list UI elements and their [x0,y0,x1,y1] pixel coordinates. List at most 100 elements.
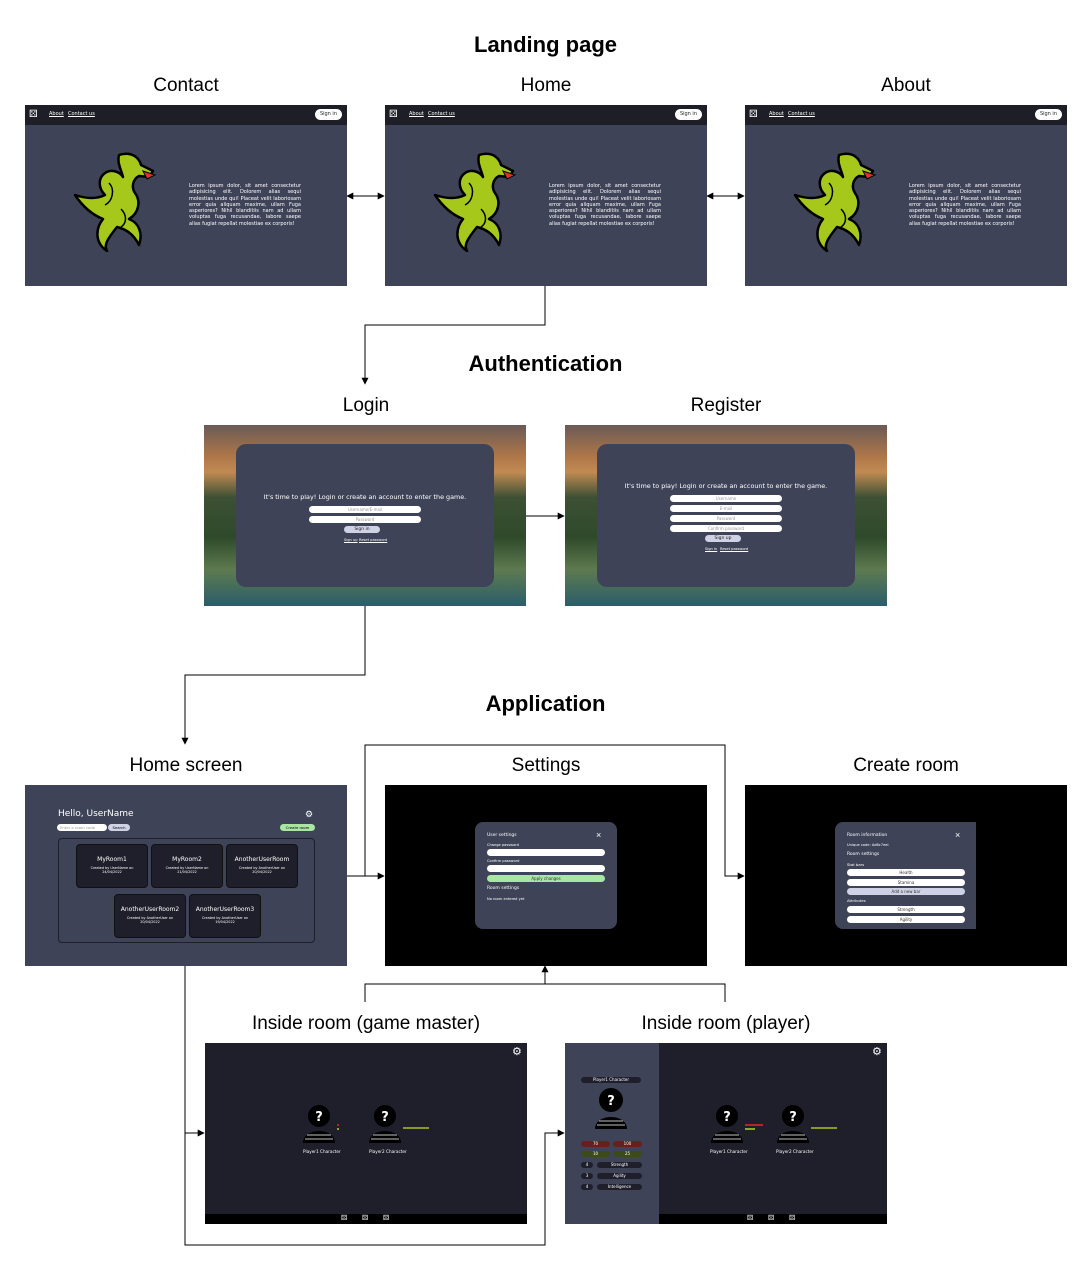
room-code-input[interactable]: Enter a room code [57,824,107,831]
navbar: ⚄ About Contact us Sign in [25,105,347,125]
dice-icon[interactable]: ⚄ [768,1215,774,1223]
reset-password-link[interactable]: Reset password [720,547,748,551]
svg-text:?: ? [789,1110,797,1125]
stamina-max[interactable]: 25 [613,1151,642,1157]
gear-icon[interactable]: ⚙ [512,1047,522,1058]
panel-title: Player1 Character [581,1077,641,1083]
attr-value[interactable]: 4 [581,1184,593,1190]
settings-modal: User settings × Change password Confirm … [475,822,617,929]
room-card[interactable]: AnotherUserRoom Created by AnotherUser o… [226,844,298,888]
room-card[interactable]: AnotherUserRoom3 Created by AnotherUser … [189,894,261,938]
sign-in-button[interactable]: Sign in [314,109,342,120]
room-card[interactable]: AnotherUserRoom2 Created by AnotherUser … [114,894,186,938]
label-home-screen: Home screen [129,755,243,776]
dice-logo-icon[interactable]: ⚄ [749,109,760,120]
attr-name: Intelligence [597,1184,642,1190]
password-field[interactable]: Password [309,516,421,523]
sign-in-button[interactable]: Sign in [344,526,380,533]
character-name: Player2 Character [369,1149,407,1154]
character-panel: Player1 Character ? 70 100 10 25 4 Stren… [565,1043,659,1224]
email-field[interactable]: E-mail [670,505,782,512]
nav-contact-link[interactable]: Contact us [428,111,455,117]
create-room-modal: Room information × Unique code: Ad6c7eel… [835,822,976,929]
user-settings-heading: User settings [487,833,517,838]
close-icon[interactable]: × [955,830,960,840]
confirm-password-label: Confirm password [487,859,520,863]
room-meta: Created by UserName on 24/04/2022 [90,866,134,875]
username-field[interactable]: Username [670,495,782,502]
unique-code: Unique code: Ad6c7eel [847,843,889,847]
stamina-bar-field[interactable]: Stamina [847,879,965,886]
add-bar-button[interactable]: Add a new bar [847,888,965,895]
agility-field[interactable]: Agility [847,916,965,923]
confirm-password-field[interactable]: Confirm password [670,525,782,532]
attributes-label: Attributes [847,898,866,903]
nav-about-link[interactable]: About [769,111,784,117]
reset-password-link[interactable]: Reset password [359,538,387,542]
confirm-password-field[interactable] [487,865,605,872]
frame-create-room: Room information × Unique code: Ad6c7eel… [745,785,1067,966]
login-card: It's time to play! Login or create an ac… [236,444,494,587]
dice-icon[interactable]: ⚄ [789,1215,795,1223]
room-settings-heading: Room settings [487,886,520,891]
room-name: MyRoom1 [97,856,127,863]
dragon-logo [433,152,517,253]
dice-icon[interactable]: ⚄ [362,1215,368,1223]
username-field[interactable]: Username/E-mail [309,506,421,513]
close-icon[interactable]: × [596,830,601,840]
search-button[interactable]: Search [108,824,130,831]
room-meta: Created by AnotherUser on 19/04/2022 [201,916,249,925]
frame-room-player: Player1 Character ? 70 100 10 25 4 Stren… [565,1043,887,1224]
arrow-homescreen-gmroom [184,966,205,1137]
room-meta: Created by AnotherUser on 20/04/2022 [126,916,174,925]
sign-up-button[interactable]: Sign up [705,535,741,542]
character-avatar[interactable]: ? [303,1103,339,1149]
health-bar-field[interactable]: Health [847,869,965,876]
dice-icon[interactable]: ⚄ [747,1215,753,1223]
dice-icon[interactable]: ⚄ [341,1215,347,1223]
change-password-label: Change password [487,843,519,847]
change-password-field[interactable] [487,849,605,856]
character-name: Player2 Character [776,1149,814,1154]
label-contact: Contact [153,75,219,96]
nav-about-link[interactable]: About [409,111,424,117]
lorem-text: Lorem ipsum dolor, sit amet consectetur … [549,183,661,227]
dice-toolbar: ⚄ ⚄ ⚄ [205,1214,527,1224]
attr-value[interactable]: 3 [581,1173,593,1179]
arrow-login-homescreen [181,606,366,745]
sign-in-button[interactable]: Sign in [674,109,702,120]
password-field[interactable]: Password [670,515,782,522]
no-room-text: No room entered yet [487,897,525,901]
dice-logo-icon[interactable]: ⚄ [389,109,400,120]
apply-changes-button[interactable]: Apply changes [487,875,605,882]
create-room-button[interactable]: Create room [280,824,315,831]
room-meta: Created by AnotherUser on 20/04/2022 [238,866,286,875]
auth-title: It's time to play! Login or create an ac… [263,493,467,501]
gear-icon[interactable]: ⚙ [872,1047,882,1058]
sign-in-button[interactable]: Sign in [1034,109,1062,120]
stamina-value[interactable]: 10 [581,1151,610,1157]
dragon-logo [73,152,157,253]
health-value[interactable]: 70 [581,1141,610,1147]
attr-value[interactable]: 4 [581,1162,593,1168]
sign-in-link[interactable]: Sign in [705,547,717,551]
dice-logo-icon[interactable]: ⚄ [29,109,40,120]
greeting: Hello, UserName [58,809,134,819]
nav-about-link[interactable]: About [49,111,64,117]
frame-contact: ⚄ About Contact us Sign in Lorem ipsum d… [25,105,347,286]
character-avatar[interactable]: ? [369,1103,433,1149]
nav-contact-link[interactable]: Contact us [68,111,95,117]
character-avatar[interactable]: ? [711,1103,767,1149]
svg-text:?: ? [723,1110,731,1125]
character-avatar[interactable]: ? [777,1103,841,1149]
dice-icon[interactable]: ⚄ [383,1215,389,1223]
room-card[interactable]: MyRoom2 Created by UserName on 21/04/202… [151,844,223,888]
health-max[interactable]: 100 [613,1141,642,1147]
nav-contact-link[interactable]: Contact us [788,111,815,117]
sign-up-link[interactable]: Sign up [344,538,358,542]
section-title-landing: Landing page [474,32,617,57]
strength-field[interactable]: Strength [847,906,965,913]
room-card[interactable]: MyRoom1 Created by UserName on 24/04/202… [76,844,148,888]
attr-name: Agility [597,1173,642,1179]
gear-icon[interactable]: ⚙ [305,809,313,820]
